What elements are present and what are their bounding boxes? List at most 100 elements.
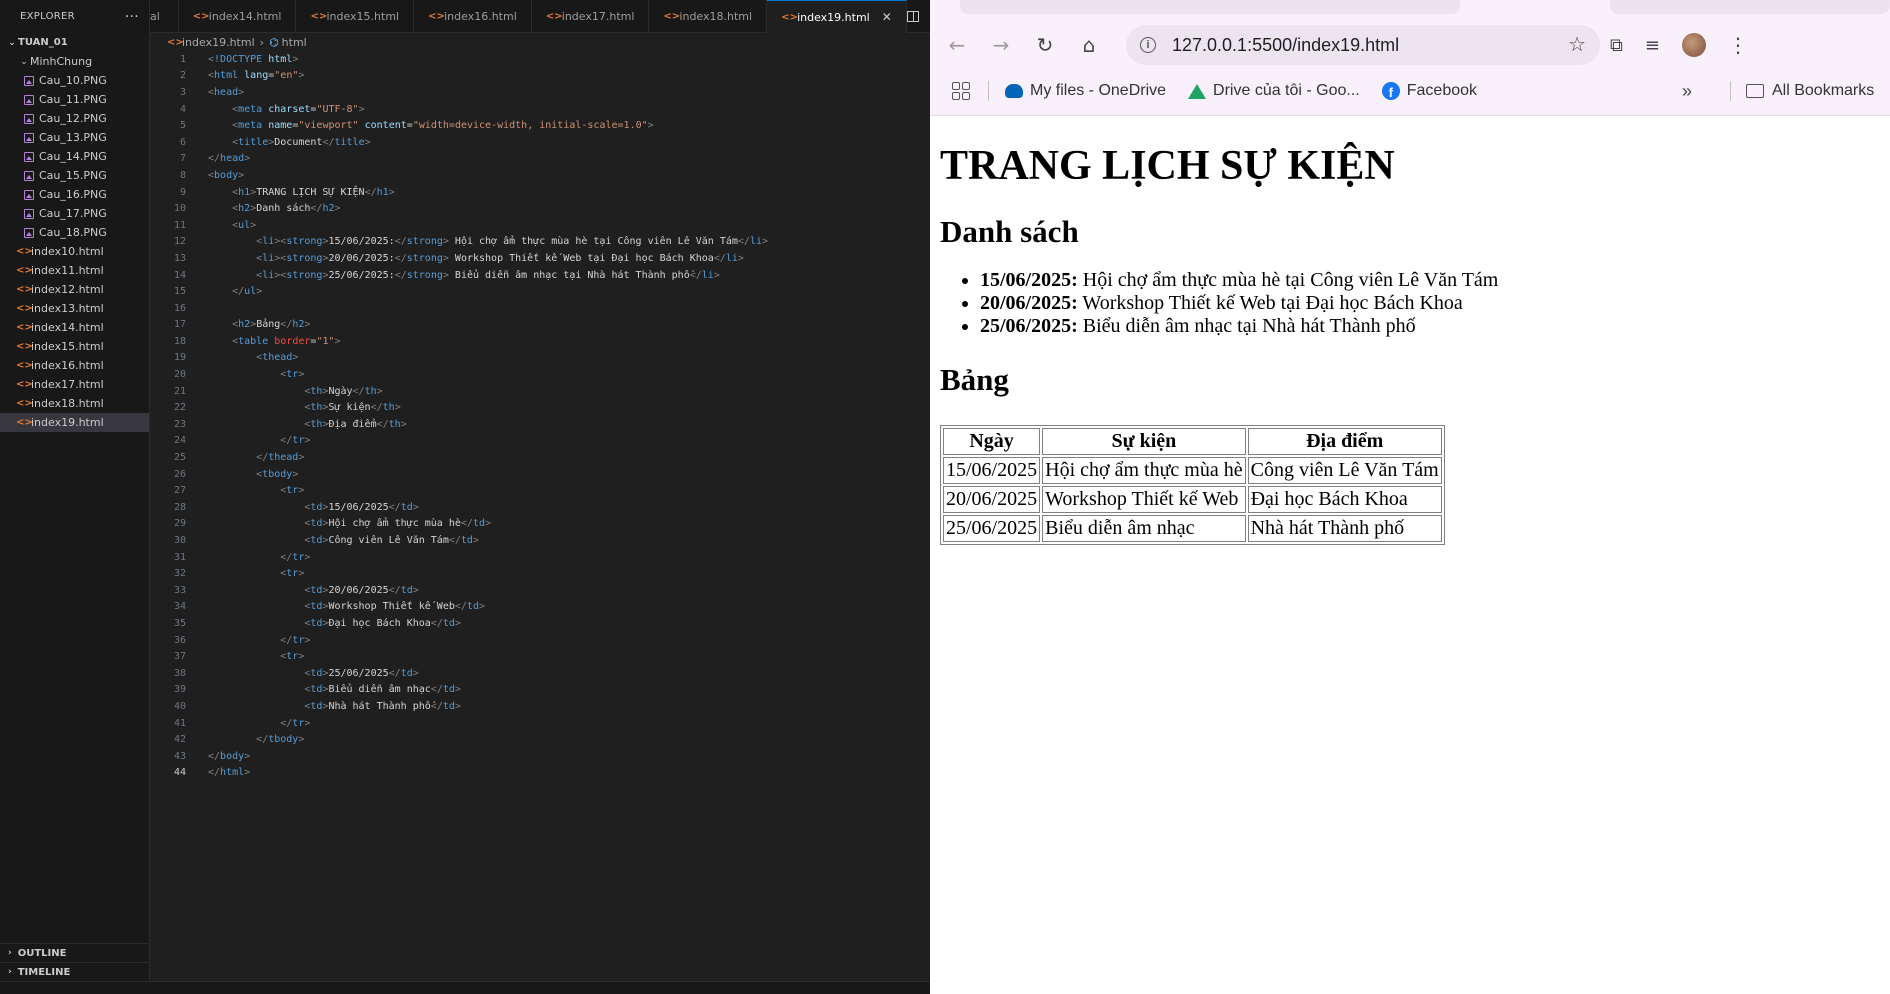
code-line: 38 <td>25/06/2025</td> — [150, 665, 930, 682]
code-line: 30 <td>Công viên Lê Văn Tám</td> — [150, 532, 930, 549]
event-date: 25/06/2025: — [980, 315, 1078, 337]
file-label: index17.html — [31, 378, 104, 391]
line-number: 29 — [173, 518, 186, 530]
media-control-icon[interactable]: ≡ — [1645, 35, 1660, 56]
html-file-icon: <> — [16, 303, 33, 314]
bookmark-google-drive[interactable]: Drive của tôi - Goo... — [1188, 82, 1360, 100]
timeline-section[interactable]: › TIMELINE — [0, 962, 149, 981]
folder-minhchung[interactable]: ⌄ MinhChung — [0, 52, 149, 71]
html-file-icon: <> — [16, 360, 33, 371]
file-item[interactable]: Cau_15.PNG — [0, 166, 149, 185]
site-info-icon[interactable]: i — [1140, 37, 1156, 53]
profile-avatar[interactable] — [1681, 33, 1706, 57]
file-label: Cau_16.PNG — [39, 188, 107, 201]
code-line: 5 <meta name="viewport" content="width=d… — [150, 117, 930, 134]
file-item[interactable]: Cau_12.PNG — [0, 109, 149, 128]
apps-icon[interactable] — [952, 82, 970, 100]
html-file-icon: <> — [428, 11, 445, 22]
all-bookmarks-button[interactable]: All Bookmarks — [1746, 82, 1874, 100]
code-text: </thead> — [256, 452, 305, 464]
editor-tab[interactable]: al — [150, 0, 179, 33]
breadcrumb-node[interactable]: html — [282, 36, 307, 49]
code-text: </head> — [208, 153, 251, 165]
file-item[interactable]: <> index14.html — [0, 318, 149, 337]
tab-label: index18.html — [679, 10, 753, 23]
explorer-panel: EXPLORER ··· ⌄ TUAN_01 ⌄ MinhChung Cau_1… — [0, 0, 150, 994]
code-text: <li><strong>15/06/2025:</strong> Hội chợ… — [256, 236, 769, 248]
browser-tab[interactable] — [960, 0, 1460, 14]
code-text: <title>Document</title> — [232, 136, 371, 148]
table-header-cell: Ngày — [943, 428, 1041, 455]
file-item[interactable]: <> index19.html — [0, 413, 149, 432]
file-label: Cau_11.PNG — [39, 93, 107, 106]
back-icon[interactable]: ← — [935, 22, 979, 68]
event-text: Hội chợ ẩm thực mùa hè tại Công viên Lê … — [1077, 269, 1499, 291]
file-item[interactable]: Cau_18.PNG — [0, 223, 149, 242]
editor-tab[interactable]: <> index16.html — [414, 0, 532, 33]
editor-tab[interactable]: <> index18.html — [649, 0, 768, 33]
code-text: <td>Biểu diễn âm nhạc</td> — [304, 684, 461, 696]
file-item[interactable]: <> index16.html — [0, 356, 149, 375]
event-text: Workshop Thiết kế Web tại Đại học Bách K… — [1077, 292, 1463, 314]
line-number: 21 — [173, 385, 186, 397]
browser-chrome: ← → ↻ ⌂ i 127.0.0.1:5500/index19.html ☆ … — [930, 0, 1890, 116]
extensions-icon[interactable]: ⧉ — [1610, 35, 1623, 56]
line-number: 17 — [173, 319, 186, 331]
bookmark-onedrive[interactable]: My files - OneDrive — [1005, 82, 1166, 100]
code-line: 44 </html> — [150, 765, 930, 782]
file-item[interactable]: <> index11.html — [0, 261, 149, 280]
home-icon[interactable]: ⌂ — [1067, 22, 1111, 68]
file-item[interactable]: <> index13.html — [0, 299, 149, 318]
editor-tab[interactable]: <> index15.html — [296, 0, 415, 33]
more-actions-icon[interactable]: ··· — [125, 9, 139, 25]
file-item[interactable]: <> index10.html — [0, 242, 149, 261]
file-item[interactable]: <> index12.html — [0, 280, 149, 299]
line-number: 6 — [179, 136, 186, 148]
browser-tab[interactable] — [1610, 0, 1890, 14]
table-heading: Bảng — [940, 362, 1009, 397]
bookmark-facebook[interactable]: f Facebook — [1381, 82, 1477, 100]
code-text: </ul> — [232, 286, 263, 298]
code-line: 28 <td>15/06/2025</td> — [150, 499, 930, 516]
more-bookmarks-icon[interactable]: » — [1682, 81, 1692, 102]
bookmarks-divider — [988, 81, 989, 101]
breadcrumb-separator: › — [259, 35, 265, 49]
line-number: 27 — [173, 485, 186, 497]
url-text[interactable]: 127.0.0.1:5500/index19.html — [1172, 35, 1399, 56]
code-text: <head> — [208, 86, 245, 98]
reload-icon[interactable]: ↻ — [1023, 22, 1067, 68]
file-item[interactable]: <> index15.html — [0, 337, 149, 356]
breadcrumb: <> index19.html › ⌬ html — [150, 33, 930, 51]
forward-icon[interactable]: → — [979, 22, 1023, 68]
browser-menu-icon[interactable]: ⋮ — [1728, 33, 1748, 57]
address-bar[interactable]: i 127.0.0.1:5500/index19.html ☆ — [1126, 25, 1600, 65]
line-number: 35 — [173, 617, 186, 629]
file-item[interactable]: Cau_11.PNG — [0, 90, 149, 109]
file-item[interactable]: Cau_10.PNG — [0, 71, 149, 90]
file-item[interactable]: Cau_16.PNG — [0, 185, 149, 204]
split-editor-icon[interactable] — [906, 10, 919, 22]
bookmark-star-icon[interactable]: ☆ — [1568, 32, 1586, 57]
explorer-header: EXPLORER ··· — [0, 0, 149, 33]
html-file-icon: <> — [16, 322, 33, 333]
file-item[interactable]: <> index18.html — [0, 394, 149, 413]
file-item[interactable]: Cau_14.PNG — [0, 147, 149, 166]
outline-section[interactable]: › OUTLINE — [0, 943, 149, 962]
file-item[interactable]: Cau_13.PNG — [0, 128, 149, 147]
breadcrumb-file[interactable]: index19.html — [182, 36, 255, 49]
close-icon[interactable]: ✕ — [882, 10, 892, 24]
file-item[interactable]: Cau_17.PNG — [0, 204, 149, 223]
table-cell: Nhà hát Thành phố — [1247, 515, 1442, 542]
editor-tab[interactable]: <> index19.html ✕ — [767, 0, 907, 33]
code-line: 42 </tbody> — [150, 731, 930, 748]
workspace-root[interactable]: ⌄ TUAN_01 — [0, 33, 149, 52]
tab-label: index17.html — [561, 10, 635, 23]
file-label: Cau_18.PNG — [39, 226, 107, 239]
line-number: 41 — [173, 717, 186, 729]
editor-tab[interactable]: <> index14.html — [179, 0, 297, 33]
file-label: Cau_12.PNG — [39, 112, 107, 125]
file-item[interactable]: <> index17.html — [0, 375, 149, 394]
file-label: index12.html — [31, 283, 104, 296]
code-editor[interactable]: 1 <!DOCTYPE html> 2 <html lang="en"> 3 <head>… — [150, 51, 930, 981]
editor-tab[interactable]: <> index17.html — [532, 0, 650, 33]
